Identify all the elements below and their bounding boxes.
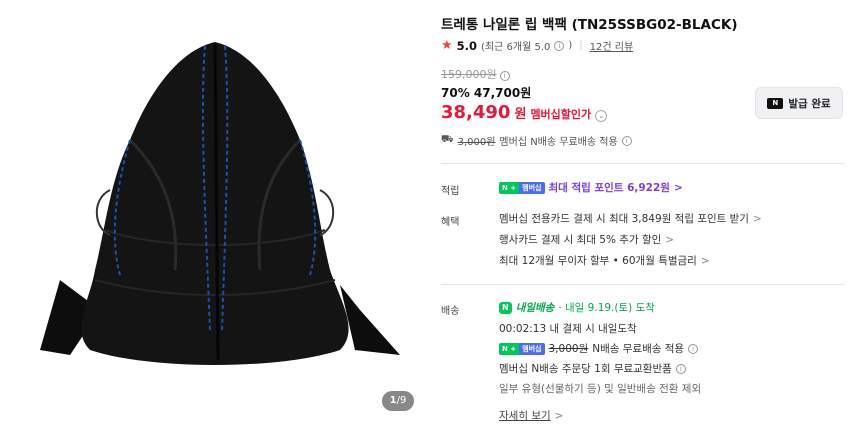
- product-image[interactable]: [10, 30, 420, 380]
- coupon-issued-button[interactable]: N 발급 완료: [755, 87, 843, 119]
- review-count-link[interactable]: 12건 리뷰: [590, 38, 634, 53]
- shipping-summary: ⛟ 3,000원 멤버십 N배송 무료배송 적용 i: [441, 133, 632, 148]
- star-icon: ★: [441, 38, 453, 53]
- delivery-note: 일부 유형(선물하기 등) 및 일반배송 전환 제외: [499, 383, 702, 395]
- chevron-down-icon[interactable]: ⌄: [595, 110, 608, 122]
- pager-current: 1: [389, 395, 397, 406]
- info-icon[interactable]: i: [554, 40, 565, 51]
- old-shipping-fee: 3,000원: [548, 343, 589, 355]
- card-icon: N: [767, 97, 784, 109]
- product-title: 트레통 나일론 립 백팩 (TN25SSBG02-BLACK): [441, 17, 738, 33]
- badge-membership: 멤버십: [519, 181, 545, 194]
- chevron-right-icon: >: [665, 233, 675, 246]
- tomorrow-delivery-label: 내일배송: [515, 302, 555, 314]
- pager-total: /9: [396, 395, 407, 406]
- tomorrow-delivery-row: N 내일배송 · 내일 9.19.(토) 도착: [499, 300, 655, 315]
- original-price-row: 159,000원 i: [441, 66, 510, 82]
- divider: [441, 163, 845, 164]
- free-return-row: 멤버십 N배송 주문당 1회 무료교환반품 i: [499, 361, 686, 376]
- free-shipping-text: N배송 무료배송 적용: [592, 343, 685, 355]
- rating-recent-close: ): [568, 40, 573, 51]
- info-icon[interactable]: i: [675, 363, 686, 374]
- member-price: 38,490: [441, 102, 511, 123]
- free-shipping-row: N + 멤버십 3,000원 N배송 무료배송 적용 i: [499, 341, 699, 356]
- info-icon[interactable]: i: [621, 135, 632, 146]
- product-gallery[interactable]: 1/9: [0, 0, 430, 440]
- divider: |: [579, 40, 583, 51]
- badge-n: N +: [499, 342, 520, 355]
- benefit-item[interactable]: 멤버십 전용카드 결제 시 최대 3,849원 적립 포인트 받기 >: [499, 211, 762, 226]
- more-details-link[interactable]: 자세히 보기 >: [499, 408, 563, 423]
- chevron-right-icon: >: [554, 409, 564, 422]
- original-price: 159,000원: [441, 68, 497, 81]
- member-price-label: 멤버십할인가: [530, 108, 592, 121]
- coupon-label: 발급 완료: [788, 97, 831, 110]
- benefit-text: 멤버십 전용카드 결제 시 최대 3,849원 적립 포인트 받기: [499, 213, 749, 225]
- benefit-item[interactable]: 행사카드 결제 시 최대 5% 추가 할인 >: [499, 232, 674, 247]
- benefit-item[interactable]: 최대 12개월 무이자 할부 • 60개월 특별금리 >: [499, 253, 710, 268]
- benefit-text: 행사카드 결제 시 최대 5% 추가 할인: [499, 234, 662, 246]
- member-price-unit: 원: [514, 107, 527, 122]
- more-details-text: 자세히 보기: [499, 410, 551, 422]
- benefit-text: 최대 12개월 무이자 할부 • 60개월 특별금리: [499, 255, 697, 267]
- points-row[interactable]: N + 멤버십 최대 적립 포인트 6,922원 >: [499, 180, 683, 195]
- rating-score: 5.0: [456, 38, 478, 53]
- arrival-date: · 내일 9.19.(토) 도착: [558, 302, 655, 314]
- badge-membership: 멤버십: [519, 342, 545, 355]
- truck-icon: ⛟: [441, 134, 454, 145]
- info-icon[interactable]: i: [688, 343, 699, 354]
- image-pager: 1/9: [382, 391, 414, 411]
- sale-price: 70% 47,700원: [441, 86, 532, 100]
- chevron-right-icon: >: [673, 181, 683, 194]
- membership-badge: N + 멤버십: [499, 181, 545, 194]
- product-page: 1/9 트레통 나일론 립 백팩 (TN25SSBG02-BLACK) ★ 5.…: [0, 0, 850, 440]
- info-icon[interactable]: i: [499, 71, 510, 81]
- old-shipping-fee: 3,000원: [457, 137, 496, 148]
- shipping-summary-text: 멤버십 N배송 무료배송 적용: [499, 137, 618, 148]
- rating-row: ★ 5.0 (최근 6개월 5.0 i) | 12건 리뷰: [441, 38, 633, 53]
- max-points-text: 최대 적립 포인트 6,922원: [548, 182, 670, 194]
- divider: [441, 284, 845, 285]
- chevron-right-icon: >: [752, 212, 762, 225]
- free-return-text: 멤버십 N배송 주문당 1회 무료교환반품: [499, 363, 672, 375]
- badge-n: N +: [499, 181, 520, 194]
- member-price-row: 38,490 원 멤버십할인가 ⌄: [441, 102, 608, 123]
- rating-recent: (최근 6개월 5.0: [481, 42, 551, 53]
- order-deadline: 00:02:13 내 결제 시 내일도착: [499, 323, 637, 335]
- delivery-label: 배송: [441, 306, 460, 317]
- n-delivery-icon: N: [499, 301, 512, 314]
- benefits-label: 혜택: [441, 217, 460, 228]
- chevron-right-icon: >: [700, 254, 710, 267]
- membership-badge: N + 멤버십: [499, 342, 545, 355]
- points-label: 적립: [441, 186, 460, 197]
